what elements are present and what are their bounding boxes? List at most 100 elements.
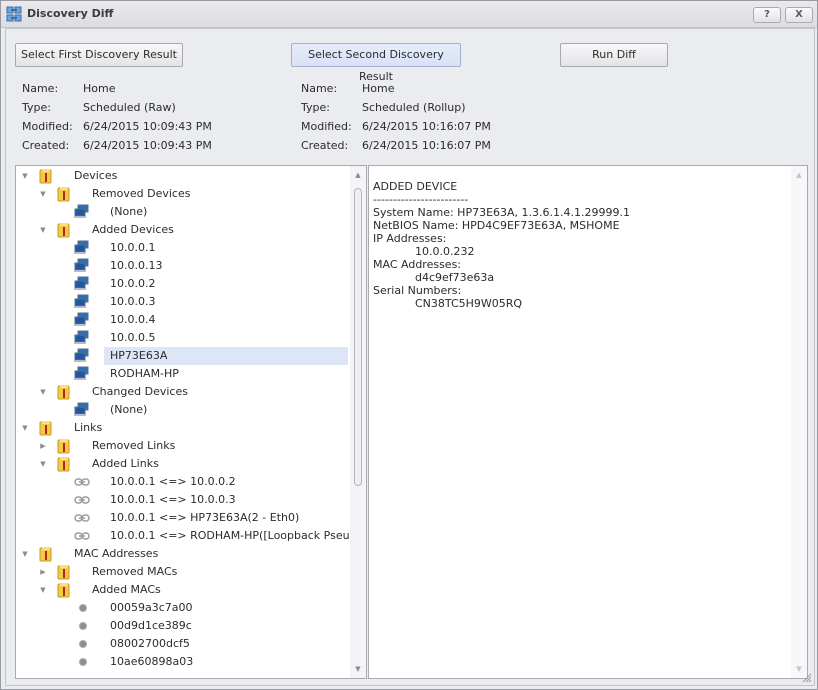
type-label: Type: [22, 101, 51, 114]
detail-line: ------------------------ [373, 193, 469, 206]
expand-arrow-icon[interactable]: ▶ [38, 563, 48, 581]
tree-node[interactable]: 10.0.0.4 [16, 311, 348, 329]
tree-node[interactable]: 10.0.0.2 [16, 275, 348, 293]
modified-label: Modified: [301, 120, 352, 133]
tree-node[interactable]: (None) [16, 401, 348, 419]
select-second-result-button[interactable]: Select Second Discovery Result [291, 43, 461, 83]
dialog-body: Select First Discovery Result Select Sec… [5, 28, 815, 686]
tree-node[interactable]: 10.0.0.13 [16, 257, 348, 275]
tree-node-label: Added Devices [92, 223, 174, 236]
scroll-up-arrow-icon[interactable]: ▲ [791, 168, 807, 182]
collapse-arrow-icon[interactable]: ▼ [20, 167, 30, 185]
folder-icon [39, 547, 52, 562]
computer-icon [74, 258, 89, 272]
computer-icon [74, 294, 89, 308]
created-label: Created: [301, 139, 349, 152]
detail-line: NetBIOS Name: HPD4C9EF73E63A, MSHOME [373, 219, 620, 232]
tree-node[interactable]: ▼ Added Devices [16, 221, 348, 239]
tree-node-label: … [107, 671, 124, 678]
tree-node-label: HP73E63A [110, 349, 168, 362]
type-label: Type: [301, 101, 330, 114]
tree-node[interactable]: 10.0.0.1 <=> RODHAM-HP([Loopback Pseudo… [16, 527, 366, 545]
tree-node[interactable]: 10.0.0.1 <=> 10.0.0.3 [16, 491, 348, 509]
tree-node[interactable]: ▼ MAC Addresses [16, 545, 348, 563]
tree-node-label: 10.0.0.1 <=> HP73E63A(2 - Eth0) [110, 511, 300, 524]
tree-node[interactable]: 10.0.0.1 <=> HP73E63A(2 - Eth0) [16, 509, 348, 527]
mac-dot-icon [79, 622, 87, 630]
collapse-arrow-icon[interactable]: ▼ [38, 581, 48, 599]
tree-node-label: Changed Devices [92, 385, 188, 398]
app-icon [6, 6, 22, 22]
scroll-up-arrow-icon[interactable]: ▲ [350, 168, 366, 182]
tree-node-label: 08002700dcf5 [110, 637, 190, 650]
detail-line: IP Addresses: [373, 232, 447, 245]
run-diff-button[interactable]: Run Diff [560, 43, 668, 67]
detail-scrollbar[interactable]: ▲ ▼ [791, 166, 807, 678]
collapse-arrow-icon[interactable]: ▼ [38, 383, 48, 401]
collapse-arrow-icon[interactable]: ▼ [20, 545, 30, 563]
tree-node-label: RODHAM-HP [110, 367, 179, 380]
tree-scrollbar[interactable]: ▲ ▼ [350, 166, 366, 678]
tree-node-label: 10ae60898a03 [110, 655, 194, 668]
collapse-arrow-icon[interactable]: ▼ [38, 185, 48, 203]
tree-node[interactable]: 08002700dcf5 [16, 635, 348, 653]
folder-icon [57, 187, 70, 202]
tree-node[interactable]: 10ae60898a03 [16, 653, 348, 671]
folder-icon [57, 457, 70, 472]
detail-text: ADDED DEVICE ------------------------ Syst… [373, 180, 630, 310]
tree-node[interactable]: 10.0.0.3 [16, 293, 348, 311]
tree-node[interactable]: ▼ Devices [16, 167, 348, 185]
tree-node-label: (None) [110, 403, 148, 416]
collapse-arrow-icon[interactable]: ▼ [20, 419, 30, 437]
tree-node-label: 10.0.0.1 <=> 10.0.0.2 [110, 475, 236, 488]
folder-icon [57, 439, 70, 454]
tree-node-label: 10.0.0.1 [110, 241, 156, 254]
folder-icon [57, 565, 70, 580]
folder-icon [57, 385, 70, 400]
detail-line: 10.0.0.232 [373, 245, 475, 258]
tree-node[interactable]: 10.0.0.1 [16, 239, 348, 257]
name-value: Home [362, 82, 395, 95]
tree-node[interactable]: RODHAM-HP [16, 365, 348, 383]
tree-node[interactable]: ▼ Changed Devices [16, 383, 348, 401]
computer-icon [74, 240, 89, 254]
created-value: 6/24/2015 10:09:43 PM [83, 139, 212, 152]
resize-grip-icon[interactable] [800, 671, 812, 683]
tree-node[interactable]: 10.0.0.5 [16, 329, 348, 347]
tree-node-label: MAC Addresses [74, 547, 159, 560]
link-icon [74, 514, 90, 522]
expand-arrow-icon[interactable]: ▶ [38, 437, 48, 455]
tree-node[interactable]: … [16, 671, 348, 678]
tree-node[interactable]: HP73E63A [16, 347, 348, 365]
window-title: Discovery Diff [27, 7, 114, 20]
title-bar[interactable]: Discovery Diff ? X [1, 1, 817, 28]
tree-node-label: 00059a3c7a00 [110, 601, 193, 614]
help-button[interactable]: ? [753, 7, 781, 23]
scroll-down-arrow-icon[interactable]: ▼ [350, 662, 366, 676]
tree-scroll-thumb[interactable] [354, 188, 362, 486]
collapse-arrow-icon[interactable]: ▼ [38, 455, 48, 473]
collapse-arrow-icon[interactable]: ▼ [38, 221, 48, 239]
tree-node-label: 10.0.0.3 [110, 295, 156, 308]
computer-icon [74, 204, 89, 218]
tree-node[interactable]: 10.0.0.1 <=> 10.0.0.2 [16, 473, 348, 491]
tree-node[interactable]: 00d9d1ce389c [16, 617, 348, 635]
tree-node[interactable]: ▼ Added MACs [16, 581, 348, 599]
tree-node[interactable]: ▶ Removed MACs [16, 563, 348, 581]
tree-node[interactable]: ▶ Removed Links [16, 437, 348, 455]
folder-icon [39, 421, 52, 436]
tree-node[interactable]: 00059a3c7a00 [16, 599, 348, 617]
tree-node[interactable]: ▼ Added Links [16, 455, 348, 473]
close-button[interactable]: X [785, 7, 813, 23]
select-first-result-button[interactable]: Select First Discovery Result [15, 43, 183, 67]
detail-panel[interactable]: ADDED DEVICE ------------------------ Syst… [368, 165, 808, 679]
diff-tree[interactable]: ▼ Devices ▼ Removed Devices (None) ▼ Added Dev… [15, 165, 367, 679]
tree-node[interactable]: ▼ Links [16, 419, 348, 437]
tree-node-label: Added MACs [92, 583, 161, 596]
tree-node-label: Removed Devices [92, 187, 191, 200]
computer-icon [74, 312, 89, 326]
tree-node-label: 10.0.0.1 <=> 10.0.0.3 [110, 493, 236, 506]
link-icon [74, 496, 90, 504]
tree-node[interactable]: (None) [16, 203, 348, 221]
tree-node[interactable]: ▼ Removed Devices [16, 185, 348, 203]
